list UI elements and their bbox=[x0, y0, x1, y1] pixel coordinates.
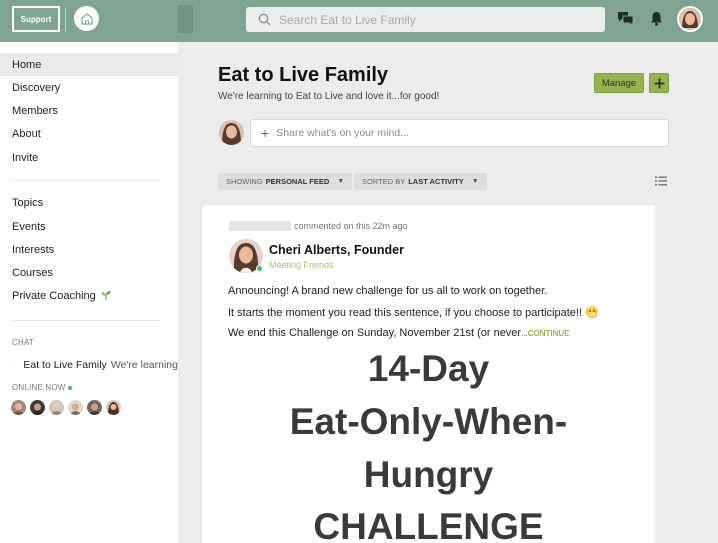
sort-filter-prefix: SORTED BY bbox=[362, 177, 406, 186]
sidebar: Home Discovery Members About Invite Topi… bbox=[0, 42, 178, 543]
post-text-line: We end this Challenge on Sunday, Novembe… bbox=[228, 327, 570, 339]
feed-filter-value: PERSONAL FEED bbox=[265, 177, 330, 186]
seedling-icon bbox=[101, 291, 111, 300]
online-now-label: ONLINE NOW bbox=[12, 383, 72, 392]
post-text-line: Announcing! A brand new challenge for us… bbox=[228, 285, 548, 297]
user-avatar[interactable] bbox=[677, 6, 703, 32]
post-text-line: It starts the moment you read this sente… bbox=[228, 307, 599, 319]
avatar[interactable] bbox=[87, 400, 102, 415]
bell-icon[interactable] bbox=[648, 10, 665, 27]
manage-button[interactable]: Manage bbox=[594, 73, 644, 93]
sidebar-item-courses[interactable]: Courses bbox=[0, 261, 178, 284]
activity-line: commented on this 22m ago bbox=[229, 221, 408, 231]
sidebar-item-members[interactable]: Members bbox=[0, 99, 178, 122]
sidebar-item-label: About bbox=[12, 127, 41, 140]
page-title: Eat to Live Family bbox=[218, 64, 389, 86]
sidebar-item-label: Courses bbox=[12, 266, 53, 279]
home-logo-icon[interactable] bbox=[74, 6, 99, 31]
sidebar-item-label: Members bbox=[12, 104, 58, 117]
sidebar-divider bbox=[12, 320, 160, 321]
post-composer[interactable]: + bbox=[250, 119, 669, 147]
online-members bbox=[11, 400, 121, 415]
caret-down-icon: ▼ bbox=[471, 178, 479, 185]
feed-filter-prefix: SHOWING bbox=[226, 177, 263, 186]
page-subtitle: We're learning to Eat to Live and love i… bbox=[218, 91, 440, 102]
sidebar-item-label: Invite bbox=[12, 151, 39, 164]
search-input[interactable] bbox=[279, 12, 579, 27]
plus-icon: + bbox=[261, 125, 270, 141]
online-indicator-dot bbox=[256, 265, 263, 272]
search-icon bbox=[258, 13, 271, 26]
add-button[interactable] bbox=[649, 73, 669, 93]
sidebar-item-label: Discovery bbox=[12, 81, 61, 94]
avatar[interactable] bbox=[30, 400, 45, 415]
challenge-graphic-line: CHALLENGE bbox=[313, 506, 544, 543]
plus-icon bbox=[654, 78, 664, 88]
sidebar-item-events[interactable]: Events bbox=[0, 215, 178, 238]
sidebar-item-discovery[interactable]: Discovery bbox=[0, 76, 178, 99]
composer-avatar bbox=[219, 120, 244, 145]
avatar[interactable] bbox=[11, 400, 26, 415]
composer-input[interactable] bbox=[276, 127, 637, 139]
sidebar-collapse-handle[interactable] bbox=[178, 5, 193, 33]
chat-section-label: CHAT bbox=[12, 338, 34, 347]
sidebar-item-interests[interactable]: Interests bbox=[0, 238, 178, 261]
avatar[interactable] bbox=[106, 400, 121, 415]
chat-room-name: Eat to Live Family bbox=[23, 359, 107, 371]
sidebar-item-label: Events bbox=[12, 220, 46, 233]
sort-filter-value: LAST ACTIVITY bbox=[408, 177, 464, 186]
author-name[interactable]: Cheri Alberts, Founder bbox=[269, 243, 404, 257]
chat-room-preview: We're learning bbox=[110, 359, 178, 371]
sidebar-item-label: Private Coaching bbox=[12, 289, 96, 302]
sidebar-item-topics[interactable]: Topics bbox=[0, 191, 178, 214]
online-indicator-dot bbox=[67, 385, 72, 390]
author-group-link[interactable]: Meeting Friends bbox=[269, 260, 334, 270]
sidebar-item-label: Interests bbox=[12, 243, 55, 256]
sidebar-item-label: Topics bbox=[12, 196, 44, 209]
grin-emoji-icon: 😁 bbox=[585, 307, 599, 319]
home-logo-icon bbox=[12, 364, 14, 366]
chat-room-item[interactable]: Eat to Live Family We're learning bbox=[12, 356, 178, 374]
chat-bubbles-icon[interactable] bbox=[617, 10, 634, 27]
activity-text: commented on this 22m ago bbox=[294, 221, 408, 231]
sidebar-item-invite[interactable]: Invite bbox=[0, 146, 178, 169]
top-divider bbox=[65, 8, 66, 32]
challenge-graphic-line: Eat-Only-When- bbox=[289, 401, 568, 442]
challenge-graphic-line: 14-Day bbox=[367, 348, 490, 389]
avatar[interactable] bbox=[68, 400, 83, 415]
feed-filter-dropdown[interactable]: SHOWING PERSONAL FEED ▼ bbox=[218, 173, 353, 190]
sidebar-item-about[interactable]: About bbox=[0, 122, 178, 145]
top-bar: Support bbox=[0, 0, 718, 42]
search-box[interactable] bbox=[246, 7, 605, 32]
challenge-graphic-line: Hungry bbox=[363, 454, 494, 495]
sidebar-item-label: Home bbox=[12, 58, 42, 71]
caret-down-icon: ▼ bbox=[337, 178, 345, 185]
post-card[interactable]: commented on this 22m ago Cheri Alberts,… bbox=[202, 205, 655, 543]
sidebar-item-private-coaching[interactable]: Private Coaching bbox=[0, 284, 178, 307]
avatar[interactable] bbox=[49, 400, 64, 415]
sort-filter-dropdown[interactable]: SORTED BY LAST ACTIVITY ▼ bbox=[354, 173, 487, 190]
continue-link[interactable]: ...CONTINUE bbox=[521, 329, 569, 338]
sidebar-item-home[interactable]: Home bbox=[0, 53, 178, 76]
list-view-icon[interactable] bbox=[654, 174, 668, 188]
support-logo-button[interactable]: Support bbox=[12, 6, 60, 32]
redacted-name bbox=[229, 221, 291, 231]
sidebar-divider bbox=[12, 180, 160, 181]
